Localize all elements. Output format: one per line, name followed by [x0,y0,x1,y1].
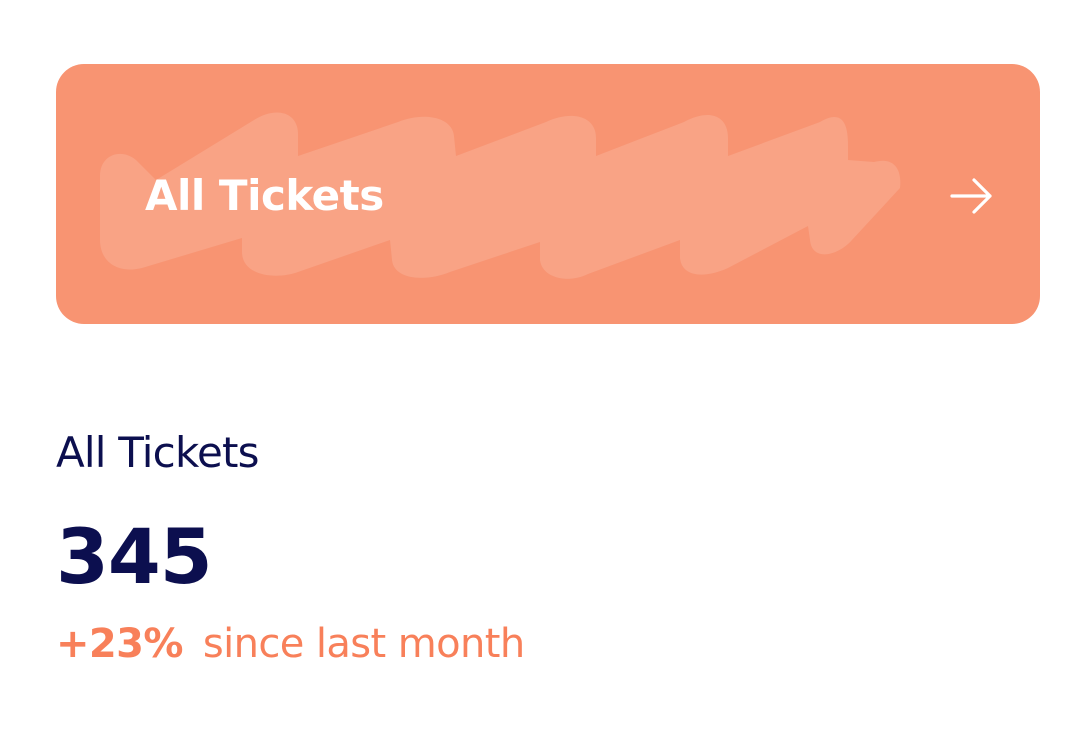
all-tickets-card[interactable]: All Tickets [56,64,1040,324]
arrow-right-icon[interactable] [949,176,997,216]
card-title: All Tickets [145,171,384,220]
stat-label: All Tickets [56,428,260,477]
trend-percent: +23% [56,621,183,667]
trend-text: since last month [202,621,525,667]
stat-value: 345 [56,512,213,601]
trend-row: +23% since last month [56,616,525,672]
